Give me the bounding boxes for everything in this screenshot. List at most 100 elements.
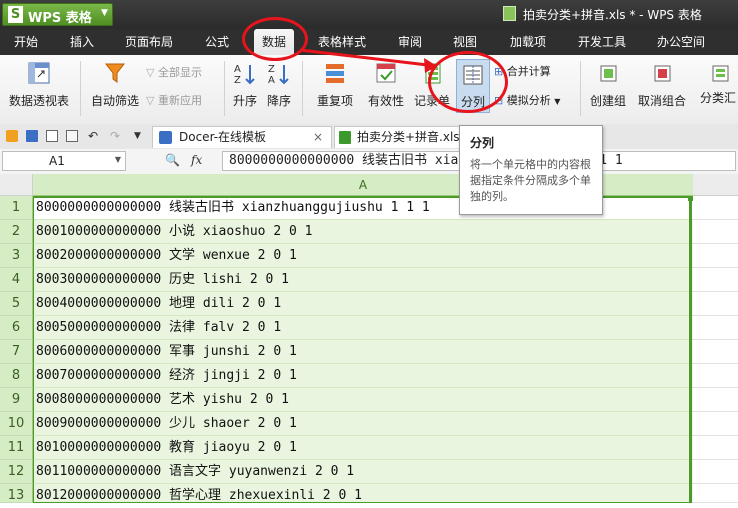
row-header[interactable]: 4 bbox=[0, 268, 33, 292]
duplicates-button[interactable]: 重复项 bbox=[310, 62, 360, 109]
table-cell[interactable]: 8007000000000000 经济 jingji 2 0 1 bbox=[33, 364, 693, 388]
row-header[interactable]: 9 bbox=[0, 388, 33, 412]
menu-insert[interactable]: 插入 bbox=[70, 29, 94, 55]
ungroup-button[interactable]: 取消组合 bbox=[634, 62, 690, 109]
row-header[interactable]: 7 bbox=[0, 340, 33, 364]
funnel-clear-icon: ▽ bbox=[146, 66, 155, 79]
validity-button[interactable]: 有效性 bbox=[364, 62, 408, 109]
menu-view[interactable]: 视图 bbox=[453, 29, 477, 55]
row-header[interactable]: 10 bbox=[0, 412, 33, 436]
subtotal-button[interactable]: 分类汇 bbox=[700, 62, 738, 106]
wps-logo-icon: S bbox=[8, 6, 23, 23]
table-cell[interactable]: 8001000000000000 小说 xiaoshuo 2 0 1 bbox=[33, 220, 693, 244]
name-box[interactable]: A1 ▼ bbox=[2, 151, 126, 171]
tab-workbook-label: 拍卖分类+拼音.xls bbox=[357, 130, 460, 144]
row-header[interactable]: 8 bbox=[0, 364, 33, 388]
menu-page-layout[interactable]: 页面布局 bbox=[125, 29, 173, 55]
table-cell[interactable]: 8006000000000000 军事 junshi 2 0 1 bbox=[33, 340, 693, 364]
cell-empty[interactable] bbox=[693, 220, 738, 244]
table-cell[interactable]: 8002000000000000 文学 wenxue 2 0 1 bbox=[33, 244, 693, 268]
svg-text:A: A bbox=[268, 75, 275, 86]
menu-table-style[interactable]: 表格样式 bbox=[318, 29, 366, 55]
svg-text:Z: Z bbox=[234, 75, 241, 86]
reapply-button[interactable]: ▽ 重新应用 bbox=[146, 92, 202, 108]
table-cell[interactable]: 8003000000000000 历史 lishi 2 0 1 bbox=[33, 268, 693, 292]
svg-text:A: A bbox=[234, 64, 241, 75]
create-group-button[interactable]: 创建组 bbox=[586, 62, 630, 109]
chevron-down-icon[interactable]: ▼ bbox=[115, 155, 121, 164]
sort-desc-button[interactable]: Z A 降序 bbox=[264, 62, 294, 109]
row-header[interactable]: 3 bbox=[0, 244, 33, 268]
table-cell[interactable]: 8008000000000000 艺术 yishu 2 0 1 bbox=[33, 388, 693, 412]
print-icon[interactable] bbox=[46, 130, 58, 142]
show-all-label: 全部显示 bbox=[157, 66, 202, 79]
select-all-corner[interactable] bbox=[0, 174, 33, 196]
menu-data[interactable]: 数据 bbox=[254, 29, 295, 55]
row-header[interactable]: 6 bbox=[0, 316, 33, 340]
app-name: WPS 表格 bbox=[28, 11, 92, 26]
menu-review[interactable]: 审阅 bbox=[398, 29, 422, 55]
table-cell[interactable]: 8004000000000000 地理 dili 2 0 1 bbox=[33, 292, 693, 316]
app-menu-button[interactable]: S WPS 表格 ▼ bbox=[2, 3, 113, 26]
menu-home[interactable]: 开始 bbox=[14, 29, 38, 55]
function-fx-icon[interactable]: fx bbox=[191, 153, 202, 167]
menu-office-space[interactable]: 办公空间 bbox=[657, 29, 705, 55]
cell-empty[interactable] bbox=[693, 268, 738, 292]
tab-workbook[interactable]: 拍卖分类+拼音.xls bbox=[334, 126, 474, 148]
ribbon-separator bbox=[580, 61, 581, 116]
print-preview-icon[interactable] bbox=[66, 130, 78, 142]
sort-asc-button[interactable]: A Z 升序 bbox=[230, 62, 260, 109]
cell-empty[interactable] bbox=[693, 340, 738, 364]
subtotal-icon bbox=[712, 65, 729, 82]
record-form-icon bbox=[425, 63, 441, 84]
cell-empty[interactable] bbox=[693, 460, 738, 484]
table-cell[interactable]: 8005000000000000 法律 falv 2 0 1 bbox=[33, 316, 693, 340]
cell-empty[interactable] bbox=[693, 388, 738, 412]
spreadsheet-grid: A 1 8000000000000000 线装古旧书 xianzhuangguj… bbox=[0, 174, 738, 503]
menu-addins[interactable]: 加载项 bbox=[510, 29, 546, 55]
table-cell[interactable]: 8009000000000000 少儿 shaoer 2 0 1 bbox=[33, 412, 693, 436]
cell-empty[interactable] bbox=[693, 316, 738, 340]
column-header-b[interactable] bbox=[693, 174, 738, 196]
fill-handle[interactable] bbox=[688, 196, 693, 201]
table-cell[interactable]: 8010000000000000 教育 jiaoyu 2 0 1 bbox=[33, 436, 693, 460]
row-header[interactable]: 5 bbox=[0, 292, 33, 316]
row-header[interactable]: 12 bbox=[0, 460, 33, 484]
menu-formula[interactable]: 公式 bbox=[205, 29, 229, 55]
cell-empty[interactable] bbox=[693, 244, 738, 268]
save-icon[interactable] bbox=[26, 130, 38, 142]
split-columns-button[interactable]: 分列 bbox=[456, 59, 490, 113]
table-cell[interactable]: 8011000000000000 语言文字 yuyanwenzi 2 0 1 bbox=[33, 460, 693, 484]
row-header[interactable]: 13 bbox=[0, 484, 33, 503]
close-icon[interactable]: × bbox=[313, 127, 323, 147]
ungroup-label: 取消组合 bbox=[637, 94, 686, 108]
funnel-refresh-icon: ▽ bbox=[146, 94, 155, 107]
menu-developer[interactable]: 开发工具 bbox=[578, 29, 626, 55]
split-columns-label: 分列 bbox=[460, 95, 485, 109]
cell-empty[interactable] bbox=[693, 292, 738, 316]
pivot-table-button[interactable]: 数据透视表 bbox=[8, 62, 70, 109]
cell-empty[interactable] bbox=[693, 196, 738, 220]
undo-icon[interactable]: ↶ bbox=[88, 130, 100, 142]
show-all-button[interactable]: ▽ 全部显示 bbox=[146, 64, 202, 80]
folder-icon[interactable] bbox=[6, 130, 18, 142]
table-cell[interactable]: 8012000000000000 哲学心理 zhexuexinli 2 0 1 bbox=[33, 484, 693, 503]
cell-empty[interactable] bbox=[693, 436, 738, 460]
record-button[interactable]: 记录单 bbox=[412, 62, 452, 109]
row-header[interactable]: 1 bbox=[0, 196, 33, 220]
sort-asc-icon: A Z bbox=[234, 64, 255, 86]
autofilter-button[interactable]: 自动筛选 bbox=[90, 62, 140, 109]
zoom-formula-icon[interactable]: 🔍 bbox=[165, 153, 180, 167]
cell-empty[interactable] bbox=[693, 412, 738, 436]
cell-empty[interactable] bbox=[693, 364, 738, 388]
cell-empty[interactable] bbox=[693, 484, 738, 503]
quick-access-dropdown-icon[interactable]: ▼ bbox=[134, 130, 146, 142]
merge-calc-button[interactable]: ⊞ 合并计算 bbox=[494, 63, 551, 79]
simulate-button[interactable]: ⊟ 模拟分析 ▼ bbox=[494, 92, 560, 108]
ungroup-icon bbox=[654, 65, 671, 82]
tooltip-description: 将一个单元格中的内容根据指定条件分隔成多个单独的列。 bbox=[470, 158, 591, 203]
row-header[interactable]: 11 bbox=[0, 436, 33, 460]
tab-docer[interactable]: Docer-在线模板 × bbox=[152, 126, 332, 148]
redo-icon[interactable]: ↷ bbox=[110, 130, 122, 142]
row-header[interactable]: 2 bbox=[0, 220, 33, 244]
